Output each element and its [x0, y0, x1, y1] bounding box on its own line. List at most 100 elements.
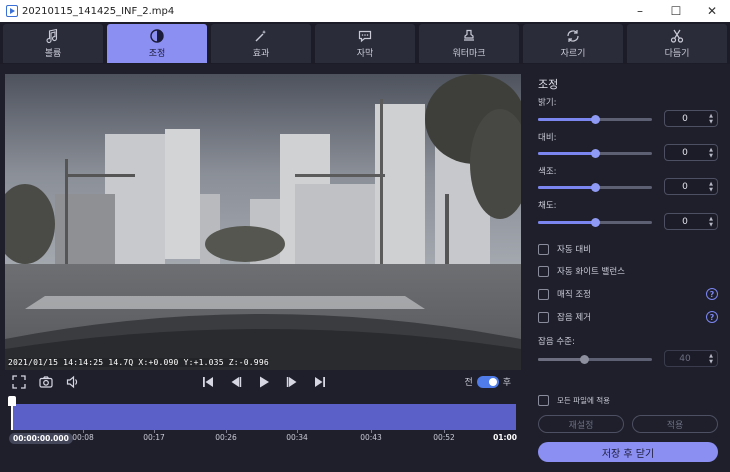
checkbox[interactable]	[538, 311, 549, 323]
compare-before-label: 전	[464, 378, 473, 388]
contrast-slider[interactable]	[538, 149, 652, 158]
fullscreen-icon[interactable]	[11, 374, 27, 390]
noise-removal-option[interactable]: 잡음 제거	[538, 311, 591, 323]
end-time: 01:00	[493, 433, 517, 442]
tick-label: 00:08	[72, 433, 94, 442]
panel-title: 조정	[538, 78, 559, 91]
title-bar: 20210115_141425_INF_2.mp4 – ☐ ✕	[0, 0, 730, 22]
play-icon[interactable]	[256, 374, 272, 390]
tab-label: 볼륨	[44, 49, 62, 59]
tab-crop[interactable]: 자르기	[523, 24, 623, 63]
magic-adjust-option[interactable]: 매직 조정	[538, 288, 591, 300]
spin-arrows-icon[interactable]: ▲ ▼	[705, 353, 717, 365]
hue-label: 색조:	[538, 167, 557, 177]
app-icon	[6, 5, 18, 17]
tab-trim[interactable]: 다듬기	[627, 24, 727, 63]
compare-toggle[interactable]	[476, 375, 499, 388]
checkbox[interactable]	[538, 395, 549, 406]
close-icon[interactable]: ✕	[694, 0, 730, 22]
tick-label: 00:26	[215, 433, 237, 442]
checkbox-label: 잡음 제거	[557, 313, 591, 323]
apply-all-files-option[interactable]: 모든 파일에 적용	[538, 395, 610, 406]
checkbox[interactable]	[538, 288, 549, 300]
crop-rotate-icon	[567, 30, 579, 42]
checkbox-label: 매직 조정	[557, 290, 591, 300]
brightness-slider[interactable]	[538, 115, 652, 124]
tick-label: 00:52	[433, 433, 455, 442]
video-frame	[5, 74, 521, 370]
checkbox-label: 자동 대비	[557, 245, 591, 255]
tab-label: 자막	[356, 49, 374, 59]
tab-label: 자르기	[560, 49, 586, 59]
checkbox-label: 모든 파일에 적용	[557, 396, 611, 405]
contrast-icon	[150, 29, 164, 43]
current-time: 00:00:00.000	[9, 433, 73, 444]
reset-button[interactable]: 재설정	[538, 415, 624, 433]
tab-adjust[interactable]: 조정	[107, 24, 207, 63]
before-after-compare: 전 후	[464, 375, 511, 388]
camera-icon[interactable]	[38, 374, 54, 390]
player-controls: 전 후	[5, 372, 521, 392]
contrast-label: 대비:	[538, 133, 557, 143]
compare-after-label: 후	[502, 378, 511, 388]
spin-arrows-icon[interactable]: ▲ ▼	[705, 181, 717, 193]
brightness-input[interactable]: 0 ▲ ▼	[664, 110, 718, 127]
noise-level-input[interactable]: 40 ▲ ▼	[664, 350, 718, 367]
skip-start-icon[interactable]	[200, 374, 216, 390]
tab-effects[interactable]: 효과	[211, 24, 311, 63]
tab-label: 워터마크	[452, 49, 486, 59]
timeline: 00:00:00.000 00:08 00:17 00:26 00:34 00:…	[5, 396, 521, 446]
window-title: 20210115_141425_INF_2.mp4	[22, 5, 175, 17]
help-icon[interactable]: ?	[706, 311, 718, 323]
tick-label: 00:17	[143, 433, 165, 442]
playhead-line	[11, 404, 13, 430]
checkbox-label: 자동 화이트 밸런스	[557, 267, 625, 277]
previous-frame-icon[interactable]	[228, 374, 244, 390]
skip-end-icon[interactable]	[312, 374, 328, 390]
tick-label: 00:34	[286, 433, 308, 442]
hue-slider[interactable]	[538, 183, 652, 192]
video-preview[interactable]: 2021/01/15 14:14:25 14.7Q X:+0.090 Y:+1.…	[5, 74, 521, 370]
timeline-track[interactable]	[12, 404, 516, 430]
music-note-icon	[46, 28, 58, 44]
slider-knob[interactable]	[579, 355, 589, 364]
brightness-label: 밝기:	[538, 98, 557, 108]
spin-arrows-icon[interactable]: ▲ ▼	[705, 113, 717, 125]
saturation-input[interactable]: 0 ▲ ▼	[664, 213, 718, 230]
maximize-icon[interactable]: ☐	[658, 0, 694, 22]
next-frame-icon[interactable]	[284, 374, 300, 390]
tab-bar: 볼륨 조정 효과 자막 워터마크 자르기 다듬기	[0, 22, 730, 64]
playhead-handle[interactable]	[8, 396, 16, 406]
save-close-button[interactable]: 저장 후 닫기	[538, 442, 718, 462]
auto-white-balance-option[interactable]: 자동 화이트 밸런스	[538, 265, 625, 277]
contrast-input[interactable]: 0 ▲ ▼	[664, 144, 718, 161]
timeline-ticks: 00:00:00.000 00:08 00:17 00:26 00:34 00:…	[5, 430, 521, 446]
slider-knob[interactable]	[591, 149, 600, 158]
slider-knob[interactable]	[591, 218, 600, 227]
saturation-slider[interactable]	[538, 218, 652, 227]
slider-knob[interactable]	[591, 115, 600, 124]
slider-knob[interactable]	[591, 183, 600, 192]
noise-level-slider[interactable]	[538, 355, 652, 364]
saturation-label: 채도:	[538, 201, 557, 211]
tab-watermark[interactable]: 워터마크	[419, 24, 519, 63]
scissors-icon	[670, 29, 684, 43]
video-timestamp-overlay: 2021/01/15 14:14:25 14.7Q X:+0.090 Y:+1.…	[8, 358, 269, 367]
noise-level-label: 잡음 수준:	[538, 337, 575, 347]
minimize-icon[interactable]: –	[622, 0, 658, 22]
checkbox[interactable]	[538, 243, 549, 255]
spin-arrows-icon[interactable]: ▲ ▼	[705, 216, 717, 228]
magic-wand-icon	[255, 30, 266, 42]
hue-input[interactable]: 0 ▲ ▼	[664, 178, 718, 195]
tab-volume[interactable]: 볼륨	[3, 24, 103, 63]
volume-icon[interactable]	[65, 374, 81, 390]
tab-label: 조정	[148, 49, 166, 59]
tab-subtitles[interactable]: 자막	[315, 24, 415, 63]
tick-label: 00:43	[360, 433, 382, 442]
auto-contrast-option[interactable]: 자동 대비	[538, 243, 591, 255]
stamp-icon	[464, 29, 474, 41]
apply-button[interactable]: 적용	[632, 415, 718, 433]
help-icon[interactable]: ?	[706, 288, 718, 300]
spin-arrows-icon[interactable]: ▲ ▼	[705, 147, 717, 159]
checkbox[interactable]	[538, 265, 549, 277]
